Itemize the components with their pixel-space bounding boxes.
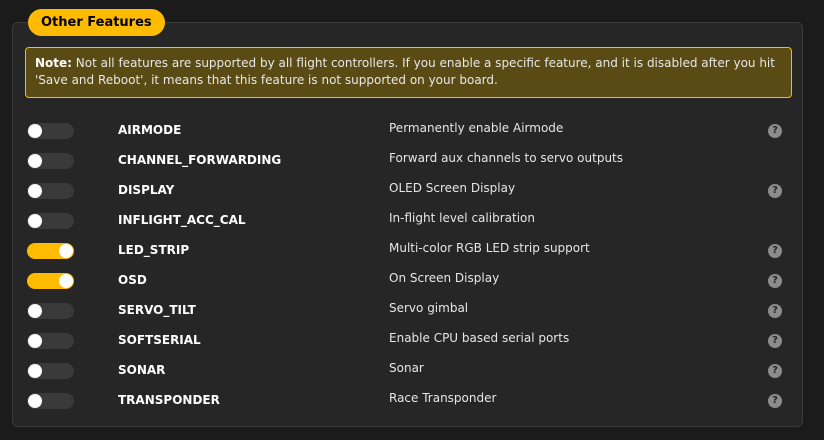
feature-toggle[interactable] (27, 153, 74, 169)
toggle-knob (28, 154, 42, 168)
toggle-knob (28, 184, 42, 198)
feature-toggle[interactable] (27, 363, 74, 379)
toggle-knob (28, 394, 42, 408)
feature-toggle[interactable] (27, 303, 74, 319)
feature-description: Forward aux channels to servo outputs (389, 151, 624, 165)
feature-name: SONAR (118, 363, 166, 377)
feature-description: Race Transponder (389, 391, 497, 405)
feature-row-transponder: TRANSPONDER Race Transponder? (0, 385, 824, 415)
feature-toggle[interactable] (27, 273, 74, 289)
feature-description: Sonar (389, 361, 424, 375)
toggle-knob (28, 304, 42, 318)
feature-description: OLED Screen Display (389, 181, 516, 195)
panel-title: Other Features (28, 9, 165, 36)
help-icon[interactable]: ? (768, 244, 782, 258)
feature-toggle[interactable] (27, 243, 74, 259)
feature-name: SOFTSERIAL (118, 333, 201, 347)
help-icon[interactable]: ? (768, 394, 782, 408)
help-icon[interactable]: ? (768, 274, 782, 288)
toggle-knob (59, 274, 73, 288)
feature-description: On Screen Display (389, 271, 500, 285)
feature-name: AIRMODE (118, 123, 182, 137)
feature-toggle[interactable] (27, 393, 74, 409)
feature-description: Servo gimbal (389, 301, 469, 315)
feature-row-softserial: SOFTSERIAL Enable CPU based serial ports? (0, 325, 824, 355)
feature-name: TRANSPONDER (118, 393, 220, 407)
feature-name: SERVO_TILT (118, 303, 196, 317)
help-icon[interactable]: ? (768, 304, 782, 318)
feature-row-led-strip: LED_STRIP Multi-color RGB LED strip suppo… (0, 235, 824, 265)
feature-row-osd: OSD On Screen Display? (0, 265, 824, 295)
note-box: Note: Not all features are supported by … (25, 47, 792, 98)
feature-row-airmode: AIRMODE Permanently enable Airmode? (0, 115, 824, 145)
feature-row-servo-tilt: SERVO_TILT Servo gimbal? (0, 295, 824, 325)
feature-row-inflight-acc-cal: INFLIGHT_ACC_CAL In-flight level calibrat… (0, 205, 824, 235)
feature-name: OSD (118, 273, 147, 287)
toggle-knob (28, 364, 42, 378)
feature-row-display: DISPLAY OLED Screen Display? (0, 175, 824, 205)
feature-row-sonar: SONAR Sonar? (0, 355, 824, 385)
feature-toggle[interactable] (27, 123, 74, 139)
toggle-knob (28, 334, 42, 348)
feature-toggle[interactable] (27, 183, 74, 199)
feature-name: LED_STRIP (118, 243, 190, 257)
feature-name: DISPLAY (118, 183, 175, 197)
help-icon[interactable]: ? (768, 124, 782, 138)
help-icon[interactable]: ? (768, 364, 782, 378)
feature-name: INFLIGHT_ACC_CAL (118, 213, 246, 227)
feature-toggle[interactable] (27, 213, 74, 229)
feature-toggle[interactable] (27, 333, 74, 349)
feature-description: Multi-color RGB LED strip support (389, 241, 590, 255)
note-label: Note: (35, 56, 72, 70)
feature-description: Permanently enable Airmode (389, 121, 564, 135)
feature-name: CHANNEL_FORWARDING (118, 153, 282, 167)
help-icon[interactable]: ? (768, 334, 782, 348)
note-text: Not all features are supported by all fl… (35, 56, 775, 87)
feature-row-channel-forwarding: CHANNEL_FORWARDING Forward aux channels t… (0, 145, 824, 175)
toggle-knob (28, 214, 42, 228)
toggle-knob (59, 244, 73, 258)
feature-description: Enable CPU based serial ports (389, 331, 570, 345)
toggle-knob (28, 124, 42, 138)
help-icon[interactable]: ? (768, 184, 782, 198)
feature-description: In-flight level calibration (389, 211, 535, 225)
